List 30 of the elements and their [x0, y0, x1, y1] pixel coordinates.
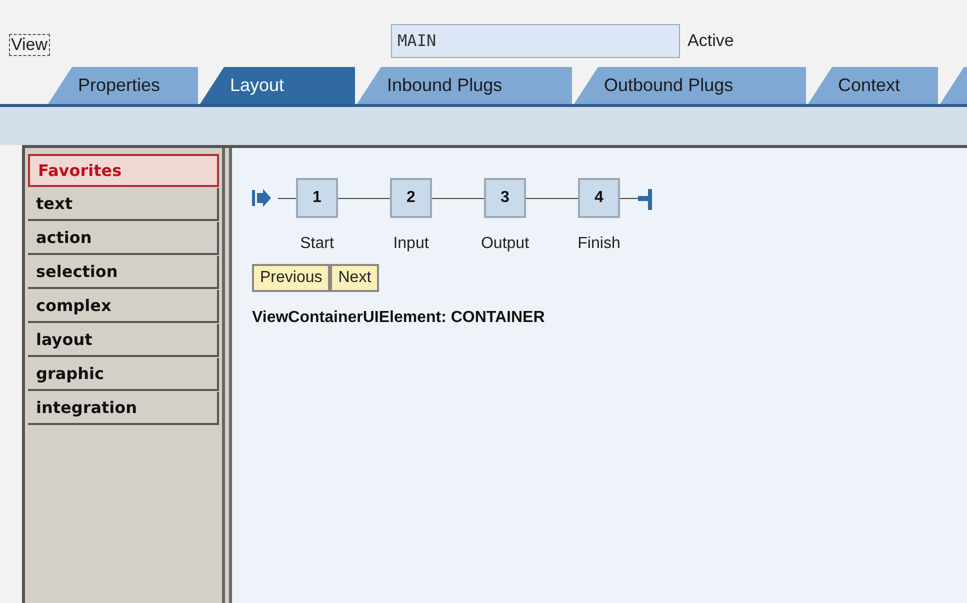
palette-item[interactable]: integration: [28, 392, 219, 425]
tab[interactable]: Layout: [200, 67, 355, 104]
step-label: Input: [393, 234, 429, 254]
tab[interactable]: Context: [808, 67, 938, 104]
step-label: Start: [300, 234, 334, 254]
palette-item[interactable]: action: [28, 222, 219, 255]
nav-button[interactable]: Previous: [252, 264, 330, 292]
name-field[interactable]: MAIN: [390, 24, 680, 58]
palette-item[interactable]: graphic: [28, 358, 219, 391]
palette-item[interactable]: text: [28, 188, 219, 221]
tab[interactable]: Outbound Plugs: [574, 67, 806, 104]
tab[interactable]: Inbound Plugs: [357, 67, 572, 104]
view-label: View: [9, 34, 50, 56]
splitter[interactable]: [222, 148, 232, 603]
step-box[interactable]: 4: [578, 178, 620, 218]
step-label: Finish: [578, 234, 620, 254]
step-box[interactable]: 1: [296, 178, 338, 218]
step-box[interactable]: 2: [390, 178, 432, 218]
step-box[interactable]: 3: [484, 178, 526, 218]
nav-button[interactable]: Next: [330, 264, 380, 292]
palette-item[interactable]: Favorites: [28, 154, 219, 187]
status-text: Active: [688, 30, 734, 52]
road-start-icon: [252, 189, 271, 207]
road-end-icon: [638, 189, 652, 210]
palette-item[interactable]: selection: [28, 256, 219, 289]
step-label: Output: [480, 234, 530, 254]
palette-item[interactable]: layout: [28, 324, 219, 357]
tab[interactable]: Properties: [48, 67, 198, 104]
container-label: ViewContainerUIElement: CONTAINER: [252, 308, 546, 328]
palette-item[interactable]: complex: [28, 290, 219, 323]
